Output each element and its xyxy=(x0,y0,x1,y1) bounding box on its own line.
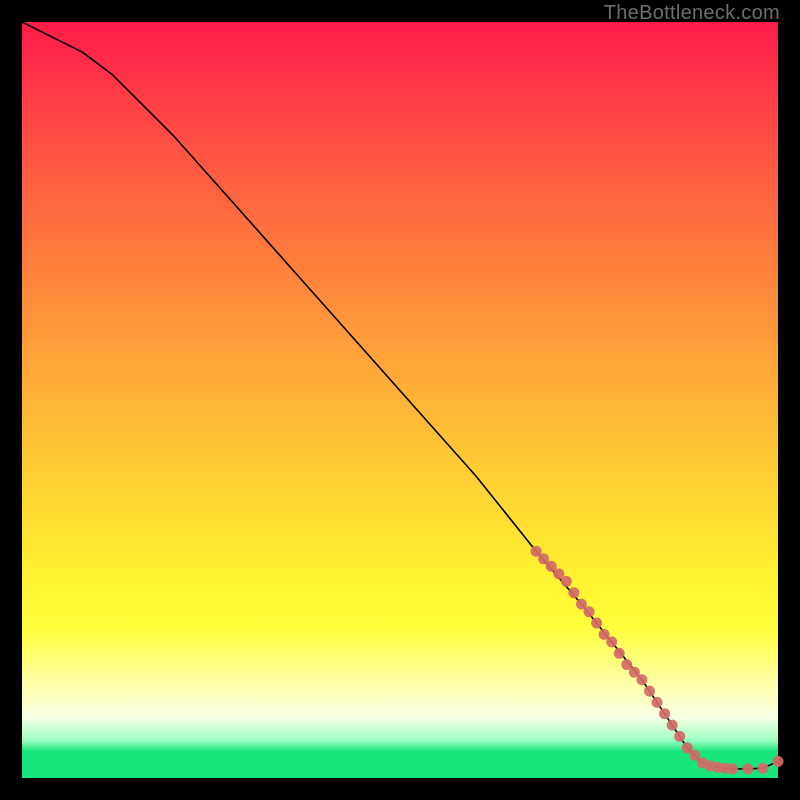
plot-area xyxy=(22,22,778,778)
marker-point xyxy=(614,648,625,659)
marker-point xyxy=(568,587,579,598)
marker-point xyxy=(674,731,685,742)
highlight-markers xyxy=(531,546,784,775)
marker-point xyxy=(636,674,647,685)
marker-point xyxy=(591,618,602,629)
marker-point xyxy=(727,763,738,774)
marker-point xyxy=(584,606,595,617)
marker-point xyxy=(606,636,617,647)
chart-frame: TheBottleneck.com xyxy=(0,0,800,800)
chart-svg xyxy=(22,22,778,778)
marker-point xyxy=(652,697,663,708)
marker-point xyxy=(773,756,784,767)
marker-point xyxy=(667,720,678,731)
marker-point xyxy=(742,763,753,774)
marker-point xyxy=(644,686,655,697)
marker-point xyxy=(757,763,768,774)
marker-point xyxy=(561,576,572,587)
curve-line xyxy=(22,22,778,769)
marker-point xyxy=(659,708,670,719)
